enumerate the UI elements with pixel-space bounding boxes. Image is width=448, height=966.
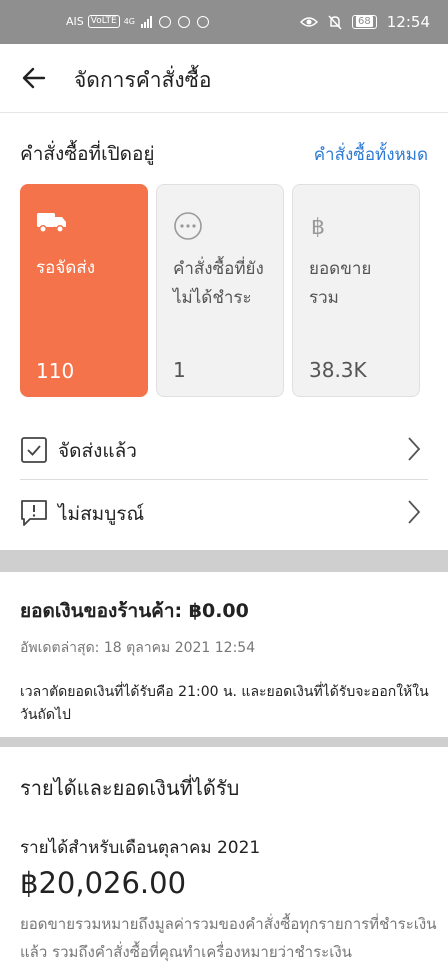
card-label: รอจัดส่ง: [36, 258, 96, 278]
network-label: 4G: [123, 17, 135, 26]
sync-icon: [159, 15, 171, 28]
shop-balance-title: ยอดเงินของร้านค้า: ฿0.00: [20, 600, 249, 622]
last-updated: อัพเดตล่าสุด: 18 ตุลาคม 2021 12:54: [20, 640, 256, 656]
status-left: AIS VoLTE 4G: [66, 15, 209, 28]
line-app-icon: [178, 15, 190, 28]
month-income-label: รายได้สำหรับเดือนตุลาคม 2021: [20, 838, 261, 858]
check-box-icon: [21, 437, 47, 463]
svg-text:฿: ฿: [311, 215, 325, 240]
signal-icon: [141, 15, 152, 28]
status-right: 68 12:54: [300, 13, 430, 31]
back-arrow-icon[interactable]: [20, 64, 48, 92]
section-divider: [0, 737, 448, 747]
messenger-icon: [197, 15, 209, 28]
eye-icon: [300, 17, 319, 27]
card-total-sales[interactable]: ฿ ยอดขายรวม 38.3K: [292, 184, 420, 397]
volte-badge: VoLTE: [87, 15, 120, 28]
clock: 12:54: [386, 13, 430, 31]
income-section-title: รายได้และยอดเงินที่ได้รับ: [20, 776, 240, 800]
carrier-label: AIS: [66, 15, 84, 28]
card-to-ship[interactable]: รอจัดส่ง 110: [20, 184, 148, 397]
app-header: จัดการคำสั่งซื้อ: [0, 44, 448, 113]
baht-icon: ฿: [311, 215, 325, 240]
open-orders-title: คำสั่งซื้อที่เปิดอยู่: [20, 143, 155, 165]
card-unpaid[interactable]: คำสั่งซื้อที่ยังไม่ได้ชำระ 1: [156, 184, 284, 397]
chevron-right-icon: [408, 437, 421, 461]
battery-icon: 68: [352, 15, 377, 29]
status-bar: AIS VoLTE 4G 68 12:54: [0, 0, 448, 44]
income-note: ยอดขายรวมหมายถึงมูลค่ารวมของคำสั่งซื้อทุ…: [20, 915, 437, 961]
row-label: จัดส่งแล้ว: [58, 440, 137, 462]
section-divider: [0, 550, 448, 572]
battery-level: 68: [356, 16, 373, 27]
shipped-row[interactable]: จัดส่งแล้ว: [20, 419, 428, 480]
alert-message-icon: [21, 500, 47, 526]
card-value: 1: [173, 358, 186, 382]
row-label: ไม่สมบูรณ์: [58, 503, 145, 525]
truck-icon: [37, 213, 66, 233]
incomplete-row[interactable]: ไม่สมบูรณ์: [20, 482, 428, 542]
month-income-amount: ฿20,026.00: [20, 866, 187, 900]
mute-bell-icon: [328, 14, 342, 30]
more-circle-icon: [174, 212, 202, 240]
card-label: ยอดขายรวม: [309, 259, 372, 308]
all-orders-link[interactable]: คำสั่งซื้อทั้งหมด: [314, 141, 428, 168]
card-value: 110: [36, 359, 75, 383]
page-title: จัดการคำสั่งซื้อ: [74, 68, 212, 92]
cutoff-note: เวลาตัดยอดเงินที่ได้รับคือ 21:00 น. และย…: [20, 684, 429, 723]
chevron-right-icon: [408, 500, 421, 524]
card-label: คำสั่งซื้อที่ยังไม่ได้ชำระ: [173, 259, 264, 308]
card-value: 38.3K: [309, 358, 367, 382]
